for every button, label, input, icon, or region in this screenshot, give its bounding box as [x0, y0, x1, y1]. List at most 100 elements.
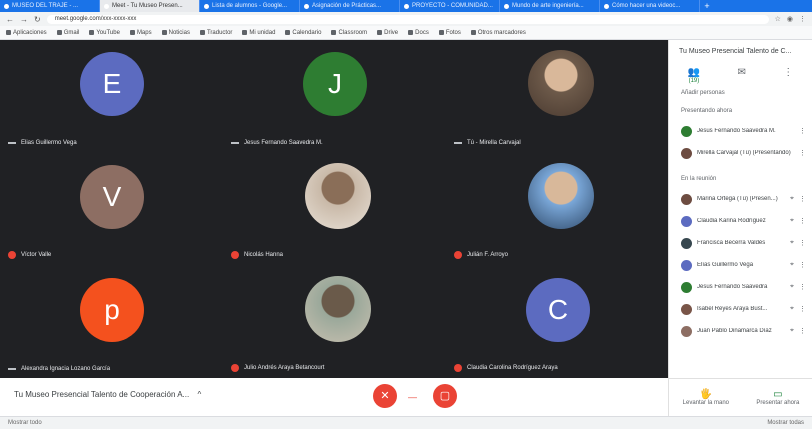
participant-row[interactable]: Claudia Karina Rodríguez ⌖ ⋮	[669, 210, 812, 232]
participant-row[interactable]: Mirella Carvajal (Tú) (Presentando) ⋮	[669, 142, 812, 164]
bookmark-item[interactable]: Docs	[408, 30, 429, 36]
participant-row-name: Jesus Fernando Saavedra M.	[697, 128, 776, 134]
avatar	[681, 303, 692, 315]
more-options-icon[interactable]: ⋮	[799, 283, 806, 291]
participant-row[interactable]: Francisca Becerra Valdés ⌖ ⋮	[669, 232, 812, 254]
browser-tab-label: Meet - Tu Museo Presen...	[112, 3, 183, 9]
panel-tab[interactable]: ✉	[738, 67, 746, 84]
star-icon[interactable]: ☆	[775, 15, 781, 23]
more-options-icon[interactable]: ⋮	[799, 305, 806, 313]
bookmark-item[interactable]: Calendario	[285, 30, 321, 36]
pin-icon[interactable]: ⌖	[790, 195, 794, 203]
participant-tile[interactable]: V Víctor Valle	[0, 153, 222, 265]
more-options-icon[interactable]: ⋮	[799, 217, 806, 225]
back-icon[interactable]: ←	[6, 15, 14, 24]
panel-tab[interactable]: ⋮	[783, 67, 793, 84]
participant-tile[interactable]: p Alexandra Ignacia Lozano García	[0, 266, 222, 378]
address-bar: ← → ↻ meet.google.com/xxx-xxxx-xxx ☆ ◉ ⋮	[0, 12, 812, 26]
bookmark-item[interactable]: Noticias	[161, 29, 190, 36]
bookmark-item[interactable]: Maps	[129, 30, 152, 36]
participant-row[interactable]: Isabel Reyes Araya Bust... ⌖ ⋮	[669, 298, 812, 320]
present-now-button[interactable]: ▭ Presentar ahora	[756, 389, 799, 406]
participant-tile[interactable]: Julio Andrés Araya Betancourt	[223, 266, 445, 378]
menu-icon[interactable]: ⋮	[799, 15, 806, 23]
new-tab-button[interactable]: +	[700, 0, 714, 12]
bookmark-label: Noticias	[168, 29, 190, 36]
status-bar: Mostrar todo Mostrar todas	[0, 416, 812, 429]
participant-name: Claudia Carolina Rodríguez Araya	[467, 365, 558, 371]
meeting-title[interactable]: Tu Museo Presencial Talento de Cooperaci…	[14, 390, 201, 399]
participant-row[interactable]: Marina Ortega (Tú) (Presen...) ⌖ ⋮	[669, 188, 812, 210]
bookmark-label: Fotos	[445, 29, 461, 36]
forward-icon[interactable]: →	[20, 15, 28, 24]
browser-tab[interactable]: Cómo hacer una videoc...	[600, 0, 700, 12]
bookmark-item[interactable]: Classroom	[331, 30, 367, 36]
add-people-button[interactable]: Añadir personas	[681, 90, 812, 96]
participant-avatar: C	[526, 278, 590, 342]
more-options-icon[interactable]: ⋮	[799, 327, 806, 335]
url-input[interactable]: meet.google.com/xxx-xxxx-xxx	[46, 14, 769, 24]
participant-name-label: Claudia Carolina Rodríguez Araya	[454, 364, 558, 372]
participant-row-name: Juan Pablo Dinamarca Díaz	[697, 328, 772, 334]
more-icon: ⋮	[783, 67, 794, 78]
bookmark-item[interactable]: Gmail	[56, 30, 79, 36]
bookmark-item[interactable]: Aplicaciones	[6, 30, 47, 36]
pin-icon[interactable]: ⌖	[790, 261, 794, 269]
participant-tile[interactable]: E Elias Guillermo Vega	[0, 40, 222, 152]
participant-avatar: J	[303, 52, 367, 116]
participant-row[interactable]: Juan Pablo Dinamarca Díaz ⌖ ⋮	[669, 320, 812, 342]
bookmark-item[interactable]: Otros marcadores	[470, 30, 526, 36]
reload-icon[interactable]: ↻	[34, 15, 41, 24]
pin-icon[interactable]: ⌖	[790, 283, 794, 291]
participant-row-name: Jesus Fernando Saavedra	[697, 284, 768, 290]
raise-hand-button[interactable]: 🖐 Levantar la mano	[683, 389, 729, 406]
participant-tile[interactable]: J Jesus Fernando Saavedra M.	[223, 40, 445, 152]
mic-icon	[454, 142, 462, 144]
browser-tab-label: Lista de alumnos - Google...	[212, 3, 288, 9]
camera-off-button[interactable]: ▢	[433, 384, 457, 408]
avatar	[681, 281, 692, 293]
participant-row[interactable]: Jesus Fernando Saavedra M. ⋮	[669, 120, 812, 142]
participant-row-name: Claudia Karina Rodríguez	[697, 218, 766, 224]
more-options-icon[interactable]: ⋮	[799, 195, 806, 203]
pin-icon[interactable]: ⌖	[790, 305, 794, 313]
browser-tab[interactable]: PROYECTO - COMUNIDAD...	[400, 0, 500, 12]
mic-off-button[interactable]: ✕	[373, 384, 397, 408]
participant-row[interactable]: Elías Guillermo Vega ⌖ ⋮	[669, 254, 812, 276]
more-options-icon[interactable]: ⋮	[799, 127, 806, 135]
bookmark-label: Docs	[415, 29, 429, 36]
participant-tile[interactable]: Nicolás Hanna	[223, 153, 445, 265]
more-options-icon[interactable]: ⋮	[799, 149, 806, 157]
expand-icon[interactable]: ^	[197, 390, 201, 399]
browser-tab[interactable]: Meet - Tu Museo Presen...	[100, 0, 200, 12]
favicon-icon	[104, 3, 109, 9]
participant-name: Alexandra Ignacia Lozano García	[21, 366, 111, 372]
bookmark-item[interactable]: Fotos	[438, 29, 461, 36]
browser-tab[interactable]: Mundo de arte ingeniería...	[500, 0, 600, 12]
panel-tab[interactable]: 👥 (19)	[688, 67, 700, 84]
browser-tab[interactable]: MUSEO DEL TRAJE - ...	[0, 0, 100, 12]
extensions-icon[interactable]: ◉	[787, 15, 793, 23]
browser-tab[interactable]: Asignación de Prácticas...	[300, 0, 400, 12]
favicon-icon	[304, 3, 309, 9]
more-options-icon[interactable]: ⋮	[799, 239, 806, 247]
hang-up-button[interactable]: —	[408, 392, 417, 402]
avatar	[681, 147, 692, 159]
pin-icon[interactable]: ⌖	[790, 239, 794, 247]
participant-tile[interactable]: Tú - Mirella Carvajal	[446, 40, 668, 152]
browser-tab[interactable]: Lista de alumnos - Google...	[200, 0, 300, 12]
bookmark-item[interactable]: Traductor	[199, 30, 232, 36]
participant-tile[interactable]: C Claudia Carolina Rodríguez Araya	[446, 266, 668, 378]
pin-icon[interactable]: ⌖	[790, 327, 794, 335]
status-left[interactable]: Mostrar todo	[8, 420, 42, 426]
participant-tile[interactable]: Julián F. Arroyo	[446, 153, 668, 265]
bookmark-item[interactable]: YouTube	[89, 30, 120, 36]
bookmark-item[interactable]: Mi unidad	[242, 30, 275, 36]
pin-icon[interactable]: ⌖	[790, 217, 794, 225]
participant-name: Víctor Valle	[21, 252, 52, 258]
participant-name-label: Tú - Mirella Carvajal	[454, 140, 521, 146]
status-right[interactable]: Mostrar todas	[767, 420, 804, 426]
participant-row[interactable]: Jesus Fernando Saavedra ⌖ ⋮	[669, 276, 812, 298]
bookmark-item[interactable]: Drive	[377, 30, 398, 36]
more-options-icon[interactable]: ⋮	[799, 261, 806, 269]
